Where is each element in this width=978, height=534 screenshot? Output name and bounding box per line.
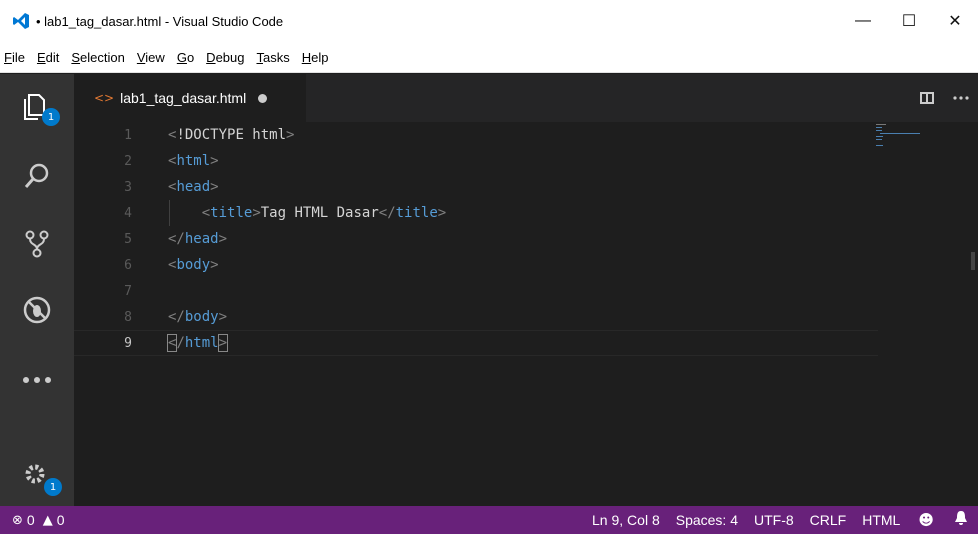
- more-button[interactable]: [0, 350, 74, 410]
- cursor-position[interactable]: Ln 9, Col 8: [584, 512, 668, 528]
- line-number: 4: [124, 205, 132, 221]
- code-line[interactable]: 8 </body>: [74, 304, 878, 330]
- menu-tasks[interactable]: Tasks: [250, 50, 295, 65]
- activity-bar: 1 1: [0, 74, 74, 506]
- line-text: <head>: [168, 179, 219, 195]
- minimize-button[interactable]: —: [840, 0, 886, 42]
- settings-button[interactable]: 1: [0, 446, 74, 506]
- line-number: 6: [124, 257, 132, 273]
- feedback-smiley-icon[interactable]: ☻: [908, 511, 944, 529]
- line-number: 5: [124, 231, 132, 247]
- code-line[interactable]: 4 <title>Tag HTML Dasar</title>: [74, 200, 878, 226]
- menu-bar: File Edit Selection View Go Debug Tasks …: [0, 42, 978, 73]
- status-bar: ⊗ 0 ▲ 0 Ln 9, Col 8 Spaces: 4 UTF-8 CRLF…: [0, 506, 978, 534]
- html-file-icon: <>: [94, 91, 115, 105]
- problems-indicator[interactable]: ⊗ 0 ▲ 0: [0, 512, 65, 528]
- line-number: 2: [124, 153, 132, 169]
- search-button[interactable]: [0, 146, 74, 206]
- error-icon: ⊗: [12, 512, 23, 528]
- scrollbar-marker: [971, 252, 975, 270]
- warning-count: 0: [56, 512, 65, 528]
- menu-view[interactable]: View: [131, 50, 171, 65]
- warning-icon: ▲: [42, 512, 53, 528]
- code-line[interactable]: 1 <!DOCTYPE html>: [74, 122, 878, 148]
- line-ending[interactable]: CRLF: [802, 512, 855, 528]
- indentation[interactable]: Spaces: 4: [668, 512, 746, 528]
- more-actions-button[interactable]: [944, 96, 978, 100]
- menu-selection[interactable]: Selection: [65, 50, 130, 65]
- minimap[interactable]: [874, 122, 964, 162]
- menu-edit[interactable]: Edit: [31, 50, 65, 65]
- unsaved-dot-icon[interactable]: [258, 93, 268, 103]
- source-control-icon: [25, 230, 49, 258]
- split-editor-button[interactable]: [910, 92, 944, 104]
- line-text: <title>Tag HTML Dasar</title>: [201, 205, 447, 221]
- menu-file[interactable]: File: [0, 50, 31, 65]
- line-number: 3: [124, 179, 132, 195]
- editor-actions: [910, 74, 978, 122]
- vertical-scrollbar[interactable]: [968, 122, 978, 506]
- error-count: 0: [26, 512, 35, 528]
- window-title: • lab1_tag_dasar.html - Visual Studio Co…: [36, 13, 284, 29]
- encoding[interactable]: UTF-8: [746, 512, 802, 528]
- maximize-button[interactable]: ☐: [886, 0, 932, 42]
- code-line[interactable]: 2 <html>: [74, 148, 878, 174]
- split-editor-icon: [920, 92, 934, 104]
- language-mode[interactable]: HTML: [854, 512, 908, 528]
- line-number: 9: [124, 335, 132, 351]
- settings-badge: 1: [44, 478, 62, 496]
- line-text: </html>: [166, 334, 229, 352]
- tab-label: lab1_tag_dasar.html: [120, 90, 247, 106]
- debug-icon: [23, 296, 51, 324]
- debug-button[interactable]: [0, 280, 74, 340]
- line-text: <body>: [168, 257, 219, 273]
- tab-bar: <> lab1_tag_dasar.html: [74, 74, 978, 122]
- close-button[interactable]: ✕: [932, 0, 978, 42]
- code-line[interactable]: 6 <body>: [74, 252, 878, 278]
- code-line[interactable]: 7: [74, 278, 878, 304]
- explorer-badge: 1: [42, 108, 60, 126]
- code-editor[interactable]: 1 <!DOCTYPE html> 2 <html> 3 <head> 4 <t…: [74, 122, 978, 506]
- tab-lab1-tag-dasar[interactable]: <> lab1_tag_dasar.html: [74, 74, 306, 122]
- line-number: 7: [124, 283, 132, 299]
- vscode-logo-icon: [13, 13, 29, 29]
- line-text: <html>: [168, 153, 219, 169]
- more-icon: [23, 377, 51, 383]
- search-icon: [24, 163, 49, 188]
- menu-go[interactable]: Go: [171, 50, 200, 65]
- line-number: 1: [124, 127, 132, 143]
- code-line[interactable]: 5 </head>: [74, 226, 878, 252]
- line-text: <!DOCTYPE html>: [168, 127, 295, 143]
- line-text: </body>: [168, 309, 228, 325]
- menu-debug[interactable]: Debug: [200, 50, 250, 65]
- explorer-button[interactable]: 1: [0, 76, 74, 136]
- code-line[interactable]: 3 <head>: [74, 174, 878, 200]
- source-control-button[interactable]: [0, 214, 74, 274]
- menu-help[interactable]: Help: [296, 50, 335, 65]
- line-number: 8: [124, 309, 132, 325]
- current-code-line[interactable]: 9 </html>: [74, 330, 878, 356]
- line-text: </head>: [168, 231, 228, 247]
- ellipsis-icon: [953, 96, 969, 100]
- notifications-bell-icon[interactable]: [944, 510, 978, 530]
- title-bar: • lab1_tag_dasar.html - Visual Studio Co…: [0, 0, 978, 42]
